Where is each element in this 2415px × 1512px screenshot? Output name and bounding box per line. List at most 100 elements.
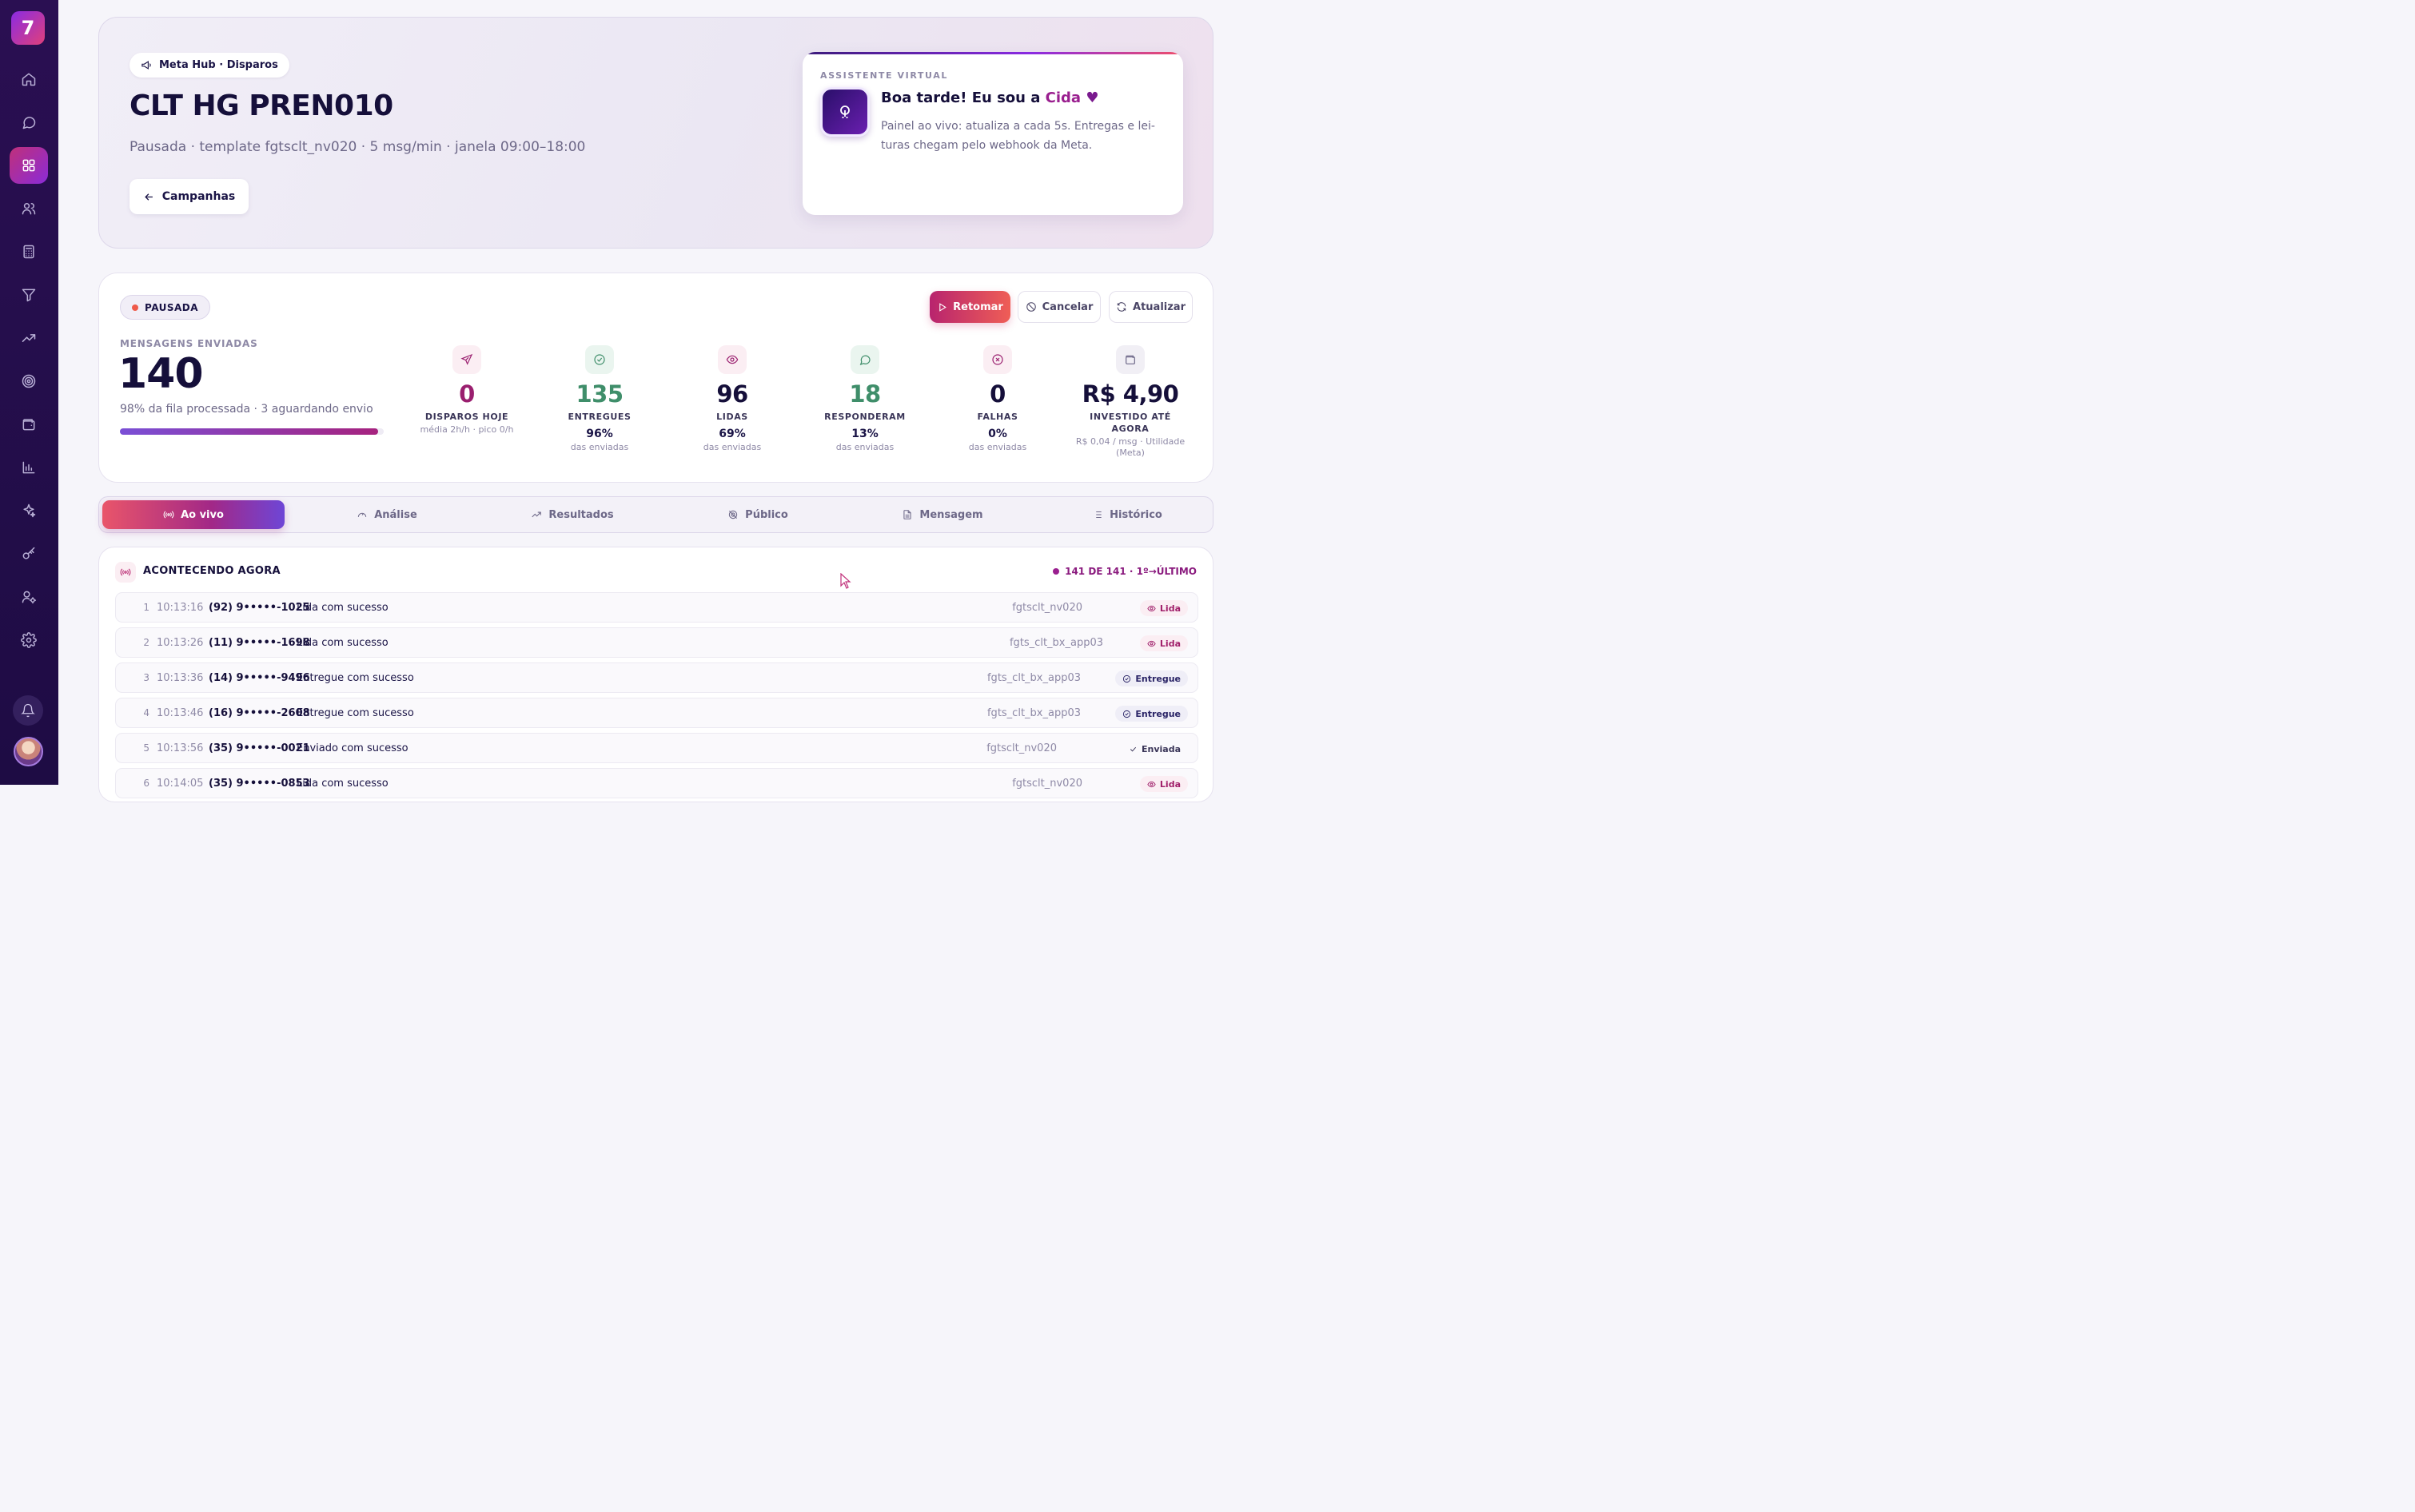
app-logo[interactable]: 7 xyxy=(11,11,45,45)
eye-icon xyxy=(1147,781,1156,787)
metric-entregues: 135 ENTREGUES 96% das enviadas xyxy=(540,345,660,453)
check-circle-icon xyxy=(1123,710,1131,718)
metric-value: 18 xyxy=(849,380,881,408)
page-title: CLT HG PREN010 xyxy=(130,90,393,122)
live-feed-panel: ACONTECENDO AGORA 141 DE 141 · 1º→ÚLTIMO… xyxy=(98,547,1213,802)
nav-users[interactable] xyxy=(10,190,48,227)
nav-user-settings[interactable] xyxy=(10,579,48,615)
key-icon xyxy=(22,547,35,559)
refresh-label: Atualizar xyxy=(1133,300,1186,313)
target-icon xyxy=(22,374,36,388)
metric-lidas: 96 LIDAS 69% das enviadas xyxy=(672,345,792,453)
nav-chat[interactable] xyxy=(10,104,48,141)
metric-label: FALHAS xyxy=(977,412,1018,422)
back-button-label: Campanhas xyxy=(161,190,236,203)
resume-button[interactable]: Retomar xyxy=(930,291,1010,323)
live-dot xyxy=(1053,568,1060,575)
tab-history-label: Histórico xyxy=(1110,508,1162,521)
badge-label: Entregue xyxy=(1135,673,1181,684)
row-phone: (35) 9•••••-0853 xyxy=(209,778,310,790)
tab-audience[interactable]: Público xyxy=(667,500,849,529)
nav-calculator[interactable] xyxy=(10,233,48,270)
feed-icon xyxy=(115,562,136,583)
row-status-text: Enviado com sucesso xyxy=(297,742,408,754)
metric-label: INVESTIDO ATÉ AGORA xyxy=(1090,412,1171,434)
nav-wallet[interactable] xyxy=(10,406,48,443)
list-icon xyxy=(1094,511,1102,519)
nav-target[interactable] xyxy=(10,363,48,400)
tab-history[interactable]: Histórico xyxy=(1036,500,1218,529)
user-avatar[interactable] xyxy=(14,737,43,766)
assistant-name: Cida xyxy=(1045,90,1082,106)
table-row[interactable]: 3 10:13:36 (14) 9•••••-9496 Entregue com su… xyxy=(115,662,1198,693)
nav-ai[interactable] xyxy=(10,492,48,529)
notifications-button[interactable] xyxy=(13,695,43,726)
metric-percent: 96% xyxy=(586,428,613,440)
back-to-campaigns-button[interactable]: Campanhas xyxy=(130,179,249,214)
resume-label: Retomar xyxy=(953,300,1003,313)
table-row[interactable]: 1 10:13:16 (92) 9•••••-1025 Lida com sucess… xyxy=(115,592,1198,623)
tab-live[interactable]: Ao vivo xyxy=(102,500,285,529)
metric-percent: 0% xyxy=(988,428,1007,440)
row-time: 10:13:36 xyxy=(157,672,204,684)
table-row[interactable]: 5 10:13:56 (35) 9•••••-0021 Enviado com suc… xyxy=(115,733,1198,763)
metric-subtext: R$ 0,04 / msg · Utilidade (Meta) xyxy=(1075,436,1186,458)
ban-icon xyxy=(1026,302,1036,312)
nav-dashboard[interactable] xyxy=(10,147,48,184)
row-status-badge: Lida xyxy=(1139,776,1188,792)
breadcrumb-pill: Meta Hub · Disparos xyxy=(130,53,289,78)
gauge-icon xyxy=(358,512,367,517)
metric-falhas: 0 FALHAS 0% das enviadas xyxy=(938,345,1058,453)
campaign-header: Meta Hub · Disparos CLT HG PREN010 Pausa… xyxy=(98,17,1213,249)
table-row[interactable]: 4 10:13:46 (16) 9•••••-2608 Entregue com su… xyxy=(115,698,1198,728)
row-status-text: Entregue com sucesso xyxy=(297,672,414,684)
nav-keys[interactable] xyxy=(10,535,48,572)
nav-home[interactable] xyxy=(10,61,48,97)
tab-analysis[interactable]: Análise xyxy=(296,500,478,529)
assistant-greeting: Boa tarde! Eu sou a Cida ♥ xyxy=(881,90,1099,106)
refresh-button[interactable]: Atualizar xyxy=(1109,291,1193,323)
breadcrumb-text: Meta Hub · Disparos xyxy=(159,59,278,71)
cancel-button[interactable]: Cancelar xyxy=(1018,291,1101,323)
row-template: fgtsclt_nv020 xyxy=(986,742,1057,754)
grid-icon xyxy=(22,159,35,172)
row-phone: (11) 9•••••-1698 xyxy=(209,637,310,649)
row-template: fgts_clt_bx_app03 xyxy=(986,707,1081,719)
queue-progress-bar xyxy=(120,428,384,435)
table-row[interactable]: 6 10:14:05 (35) 9•••••-0853 Lida com sucess… xyxy=(115,768,1198,798)
metric-subtext: das enviadas xyxy=(703,442,762,452)
check-circle-icon xyxy=(594,354,605,365)
tab-analysis-label: Análise xyxy=(374,508,417,521)
metric-subtext: das enviadas xyxy=(570,442,629,452)
tab-message[interactable]: Mensagem xyxy=(851,500,1034,529)
filter-icon xyxy=(22,288,36,302)
sent-messages-label: MENSAGENS ENVIADAS xyxy=(120,338,258,349)
cancel-label: Cancelar xyxy=(1042,300,1094,313)
wallet-icon-wrap xyxy=(1116,345,1145,374)
nav-filter[interactable] xyxy=(10,277,48,313)
status-dot xyxy=(132,304,138,311)
row-template: fgts_clt_bx_app03 xyxy=(986,672,1081,684)
nav-reports[interactable] xyxy=(10,449,48,486)
row-number: 3 xyxy=(143,672,149,683)
row-time: 10:14:05 xyxy=(157,778,204,790)
feed-counter: 141 DE 141 · 1º→ÚLTIMO xyxy=(1053,566,1197,577)
nav-trending[interactable] xyxy=(10,320,48,356)
row-number: 1 xyxy=(143,602,149,613)
row-time: 10:13:56 xyxy=(157,742,204,754)
broadcast-icon xyxy=(163,511,174,519)
row-time: 10:13:46 xyxy=(157,707,204,719)
mouse-cursor-icon xyxy=(840,573,851,589)
wallet-icon xyxy=(1126,355,1135,364)
feed-counter-text: 141 DE 141 · 1º→ÚLTIMO xyxy=(1065,566,1197,577)
row-number: 4 xyxy=(143,707,149,718)
arrow-left-icon xyxy=(144,193,153,201)
metric-subtext: média 2h/h · pico 0/h xyxy=(420,424,514,435)
row-phone: (14) 9•••••-9496 xyxy=(209,672,310,684)
table-row[interactable]: 2 10:13:26 (11) 9•••••-1698 Lida com sucess… xyxy=(115,627,1198,658)
sidebar: 7 xyxy=(0,0,58,785)
tab-results[interactable]: Resultados xyxy=(481,500,664,529)
tab-bar: Ao vivo Análise Resultados Público Mensa… xyxy=(98,496,1213,533)
play-icon xyxy=(939,302,947,312)
nav-settings[interactable] xyxy=(10,622,48,659)
